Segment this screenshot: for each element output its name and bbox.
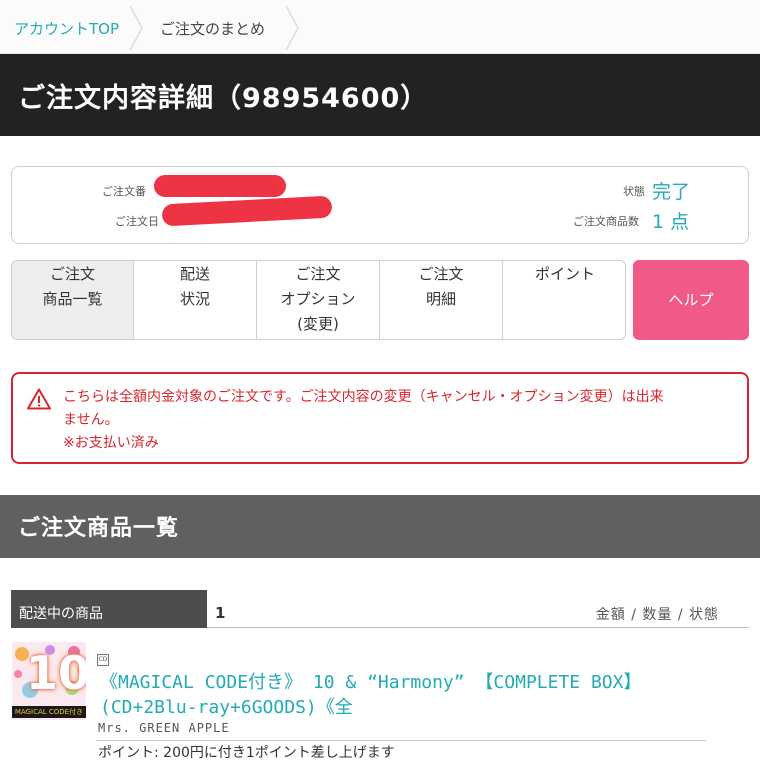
- order-tabs: ご注文 商品一覧 配送 状況 ご注文 オプション (変更) ご注文 明細 ポイン…: [11, 260, 626, 340]
- divider: [96, 740, 706, 741]
- tab-order-items[interactable]: ご注文 商品一覧: [12, 261, 134, 339]
- item-count-label: ご注文商品数: [573, 215, 639, 228]
- order-summary: ご注文番 ご注文日 状態 完了 ご注文商品数 1 点: [11, 166, 749, 244]
- tab-points[interactable]: ポイント: [503, 261, 625, 339]
- thumbnail-caption: MAGICAL CODE付き: [12, 706, 86, 718]
- cd-format-icon: CD: [97, 654, 109, 666]
- product-artist: Mrs. GREEN APPLE: [98, 721, 230, 735]
- product-title-link[interactable]: 《MAGICAL CODE付き》 10 & “Harmony” 【COMPLET…: [100, 670, 700, 720]
- tab-label: (変更): [297, 315, 339, 333]
- product-title-line: (CD+2Blu-ray+6GOODS)《全: [100, 697, 353, 718]
- warning-notice: こちらは全額内金対象のご注文です。ご注文内容の変更（キャンセル・オプション変更）…: [11, 372, 749, 464]
- status-value: 完了: [652, 181, 691, 203]
- breadcrumb: アカウントTOP ご注文のまとめ: [0, 0, 760, 54]
- item-count-value: 1 点: [652, 211, 690, 233]
- tab-label: 明細: [425, 290, 456, 308]
- tab-label: ご注文: [295, 265, 341, 283]
- breadcrumb-current: ご注文のまとめ: [160, 20, 266, 38]
- thumbnail-number: 10: [26, 646, 86, 700]
- tab-order-details[interactable]: ご注文 明細: [380, 261, 503, 339]
- breadcrumb-separator-icon: [129, 6, 143, 50]
- tab-label: ポイント: [534, 265, 595, 283]
- page-header: ご注文内容詳細（98954600）: [0, 54, 760, 136]
- page-title: ご注文内容詳細（98954600）: [18, 83, 429, 114]
- redaction-mark: [161, 195, 333, 227]
- warning-message: こちらは全額内金対象のご注文です。ご注文内容の変更（キャンセル・オプション変更）…: [63, 389, 664, 405]
- tab-label: 配送: [179, 265, 210, 283]
- order-date-label: ご注文日: [115, 215, 159, 228]
- redaction-mark: [154, 175, 286, 197]
- tab-label: オプション: [280, 290, 356, 308]
- breadcrumb-separator-icon: [285, 6, 299, 50]
- warning-message: ません。: [63, 412, 119, 428]
- warning-icon: [27, 388, 51, 410]
- product-points-note: ポイント: 200円に付き1ポイント差し上げます: [98, 745, 395, 760]
- tab-shipping-status[interactable]: 配送 状況: [134, 261, 257, 339]
- tab-label: ご注文: [49, 265, 95, 283]
- shipping-items-label: 配送中の商品: [11, 590, 207, 628]
- help-button[interactable]: ヘルプ: [633, 260, 749, 340]
- items-header: 配送中の商品 1 金額 / 数量 / 状態: [11, 590, 749, 628]
- status-label: 状態: [623, 185, 645, 198]
- tab-label: 商品一覧: [42, 290, 103, 308]
- payment-status-note: ※お支払い済み: [63, 435, 159, 451]
- product-title-line: 《MAGICAL CODE付き》 10 & “Harmony” 【COMPLET…: [100, 672, 642, 693]
- section-header: ご注文商品一覧: [0, 495, 760, 558]
- breadcrumb-account-top-link[interactable]: アカウントTOP: [14, 0, 119, 54]
- tab-order-options[interactable]: ご注文 オプション (変更): [257, 261, 380, 339]
- tab-label: ご注文: [418, 265, 464, 283]
- shipping-items-count: 1: [215, 604, 226, 622]
- tab-label: 状況: [179, 290, 210, 308]
- product-thumbnail[interactable]: 10 MAGICAL CODE付き: [12, 642, 86, 720]
- column-headers: 金額 / 数量 / 状態: [595, 607, 719, 623]
- section-title: ご注文商品一覧: [18, 516, 180, 541]
- order-number-label: ご注文番: [102, 185, 146, 198]
